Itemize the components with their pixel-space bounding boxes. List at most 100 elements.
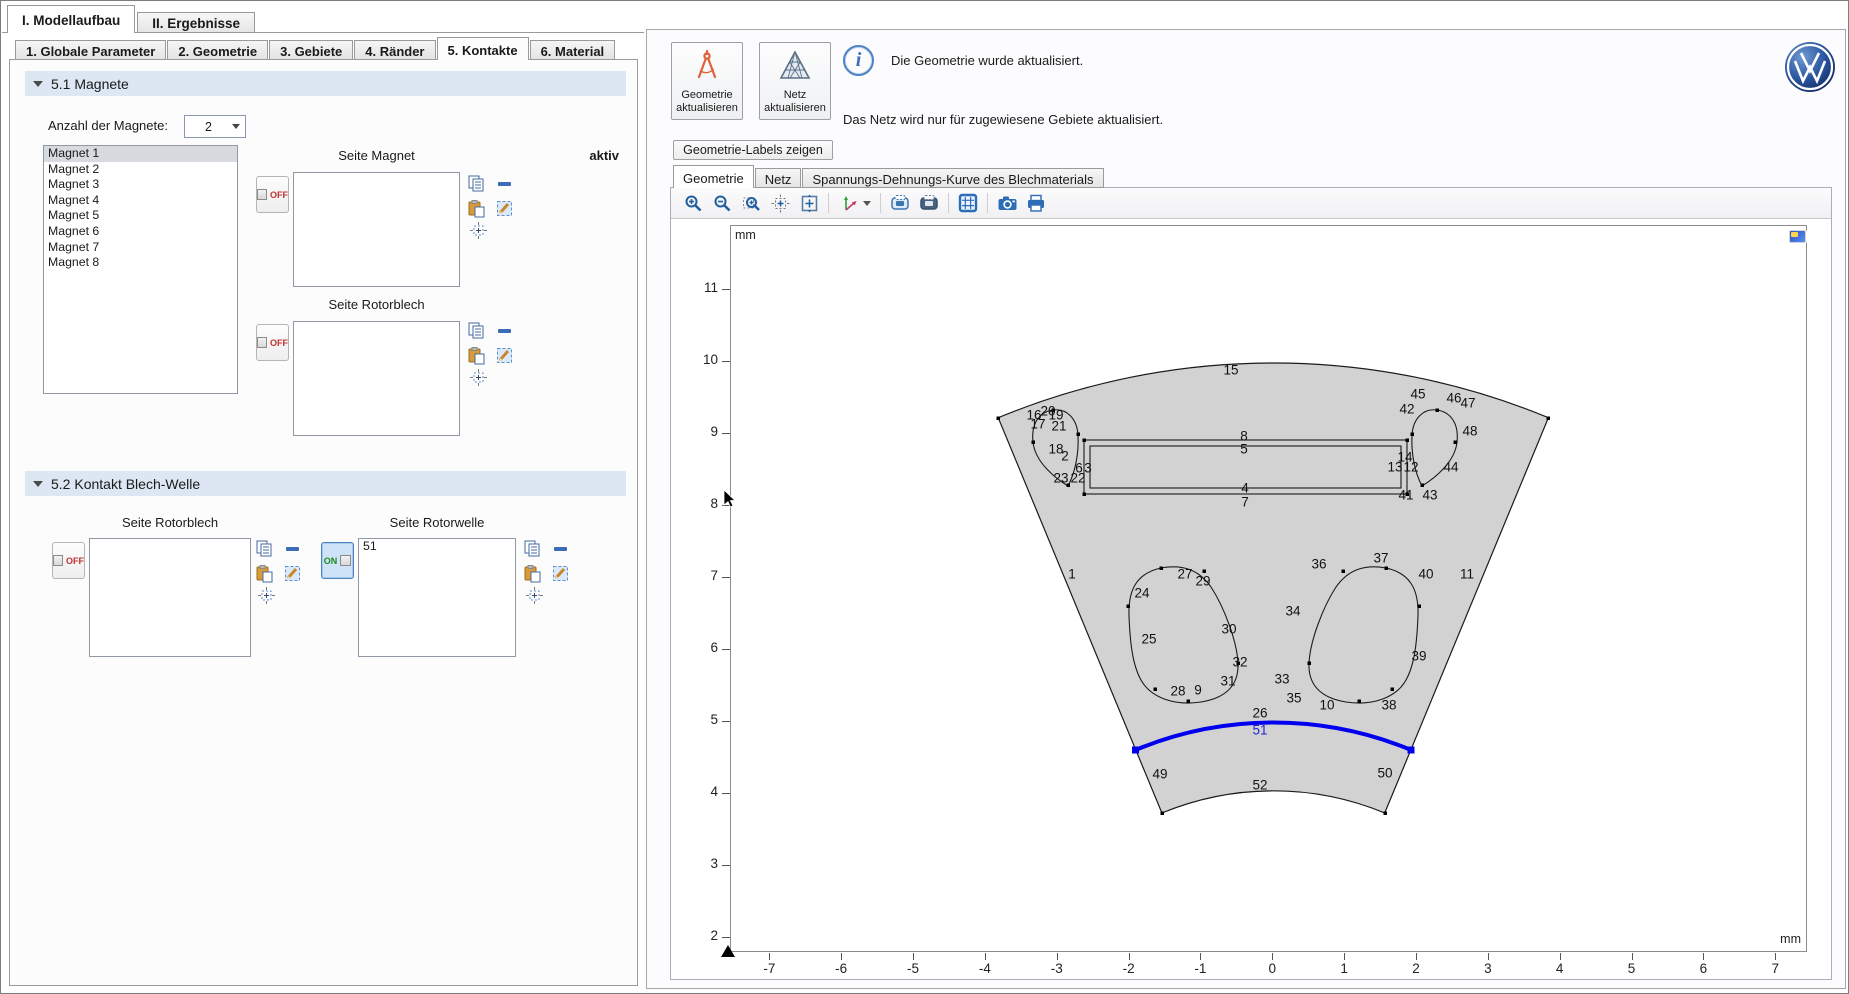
kontakt-rotorwelle-toggle[interactable]: ON (321, 542, 354, 579)
graphics-tab-bar: GeometrieNetzSpannungs-Dehnungs-Kurve de… (673, 165, 1105, 188)
sub-tab-5-kontakte[interactable]: 5. Kontakte (437, 37, 529, 60)
y-tick-mark (722, 577, 730, 578)
x-tick-mark (841, 953, 842, 960)
magnet-list-item[interactable]: Magnet 2 (44, 162, 237, 178)
graphics-tab-spannungs-dehnungs-kurve-des-blechmaterials[interactable]: Spannungs-Dehnungs-Kurve des Blechmateri… (802, 168, 1103, 188)
remove-selection-icon[interactable] (283, 539, 302, 558)
snapshot-camera-icon[interactable] (997, 193, 1017, 213)
export-image-icon[interactable] (890, 193, 910, 213)
magnet-list-item[interactable]: Magnet 5 (44, 208, 237, 224)
magnet-list-item[interactable]: Magnet 7 (44, 240, 237, 256)
y-tick-label: 11 (691, 280, 718, 295)
x-tick-mark (913, 953, 914, 960)
copy-selection-icon[interactable] (467, 174, 486, 193)
section-header-magnete[interactable]: 5.1 Magnete (25, 71, 626, 96)
selection-entry[interactable]: 51 (359, 539, 515, 555)
x-tick-label: 7 (1757, 961, 1793, 976)
main-tab-ii-ergebnisse[interactable]: II. Ergebnisse (137, 12, 255, 33)
copy-selection-icon[interactable] (523, 539, 542, 558)
kontakt-rotorblech-toggle[interactable]: OFF (52, 542, 85, 579)
y-tick-mark (722, 865, 730, 866)
chevron-down-icon (232, 124, 240, 129)
section-header-kontakt[interactable]: 5.2 Kontakt Blech-Welle (25, 471, 626, 496)
clear-selection-icon[interactable] (551, 564, 570, 583)
paste-selection-icon[interactable] (255, 564, 274, 583)
anzahl-magnete-label: Anzahl der Magnete: (48, 118, 168, 133)
y-tick-mark (722, 433, 730, 434)
section-title: 5.2 Kontakt Blech-Welle (51, 476, 200, 492)
print-icon[interactable] (1026, 193, 1046, 213)
toggle-state: OFF (270, 190, 288, 200)
info-icon: i (843, 45, 874, 76)
zoom-to-selection-icon[interactable] (469, 221, 488, 240)
paste-selection-icon[interactable] (467, 199, 486, 218)
axis-origin-marker (721, 945, 736, 958)
copy-selection-icon[interactable] (255, 539, 274, 558)
kontakt-rotorwelle-selection-list[interactable]: 51 (358, 538, 516, 657)
x-tick-mark (1560, 953, 1561, 960)
x-tick-mark (1272, 953, 1273, 960)
magnet-list-item[interactable]: Magnet 1 (44, 146, 237, 162)
magnet-list-item[interactable]: Magnet 4 (44, 193, 237, 209)
x-tick-label: 6 (1685, 961, 1721, 976)
chevron-down-icon[interactable] (863, 201, 871, 206)
update-geometry-button[interactable]: Geometrie aktualisieren (671, 42, 743, 120)
sub-tab-3-gebiete[interactable]: 3. Gebiete (269, 40, 353, 60)
sub-tab-2-geometrie[interactable]: 2. Geometrie (167, 40, 268, 60)
seite-magnet-toggle[interactable]: OFF (256, 176, 289, 213)
seite-magnet-selection-list[interactable] (293, 172, 460, 287)
kontakt-rotorwelle-selection-tools (523, 539, 575, 605)
seite-rotorblech-toggle[interactable]: OFF (256, 324, 289, 361)
paste-selection-icon[interactable] (467, 346, 486, 365)
clear-selection-icon[interactable] (495, 199, 514, 218)
zoom-to-selection-icon[interactable] (525, 586, 544, 605)
zoom-extents-icon[interactable] (799, 193, 819, 213)
sub-tab-1-globale-parameter[interactable]: 1. Globale Parameter (15, 40, 166, 60)
clear-selection-icon[interactable] (283, 564, 302, 583)
anzahl-magnete-dropdown[interactable]: 2 (184, 115, 246, 138)
zoom-out-icon[interactable] (712, 193, 732, 213)
toolbar-separator (987, 193, 988, 213)
seite-rotorblech-selection-list[interactable] (293, 321, 460, 436)
zoom-to-selection-icon[interactable] (770, 193, 790, 213)
main-tab-i-modellaufbau[interactable]: I. Modellaufbau (7, 5, 135, 33)
seite-rotorblech-title: Seite Rotorblech (293, 297, 460, 312)
zoom-to-selection-icon[interactable] (469, 368, 488, 387)
update-mesh-button[interactable]: Netz aktualisieren (759, 42, 831, 120)
geometry-plot[interactable] (730, 225, 1807, 952)
show-geometry-labels-button[interactable]: Geometrie-Labels zeigen (673, 140, 833, 160)
plot-window-icon[interactable] (1789, 230, 1806, 243)
graphics-tab-geometrie[interactable]: Geometrie (673, 165, 754, 188)
clear-selection-icon[interactable] (495, 346, 514, 365)
geometry-updated-message: Die Geometrie wurde aktualisiert. (891, 53, 1083, 68)
sub-tab-4-r-nder[interactable]: 4. Ränder (354, 40, 435, 60)
copy-selection-icon[interactable] (467, 321, 486, 340)
y-tick-mark (722, 361, 730, 362)
zoom-to-selection-icon[interactable] (257, 586, 276, 605)
mesh-update-note: Das Netz wird nur für zugewiesene Gebiet… (843, 112, 1163, 127)
x-tick-label: -4 (967, 961, 1003, 976)
sub-tab-6-material[interactable]: 6. Material (530, 40, 616, 60)
magnet-list-item[interactable]: Magnet 3 (44, 177, 237, 193)
zoom-in-icon[interactable] (683, 193, 703, 213)
x-tick-mark (769, 953, 770, 960)
grid-icon[interactable] (958, 193, 978, 213)
remove-selection-icon[interactable] (495, 174, 514, 193)
remove-selection-icon[interactable] (495, 321, 514, 340)
x-tick-label: 3 (1470, 961, 1506, 976)
toggle-box-icon (340, 555, 351, 566)
magnet-list[interactable]: Magnet 1Magnet 2Magnet 3Magnet 4Magnet 5… (43, 145, 238, 394)
toggle-state: OFF (66, 556, 84, 566)
remove-selection-icon[interactable] (551, 539, 570, 558)
seite-magnet-selection-tools (467, 174, 519, 240)
view-orientation-icon[interactable] (838, 193, 858, 213)
magnet-list-item[interactable]: Magnet 6 (44, 224, 237, 240)
export-image-dark-icon[interactable] (919, 193, 939, 213)
graphics-tab-netz[interactable]: Netz (755, 168, 802, 188)
paste-selection-icon[interactable] (523, 564, 542, 583)
kontakt-rotorblech-selection-list[interactable] (89, 538, 251, 657)
magnet-list-item[interactable]: Magnet 8 (44, 255, 237, 271)
toolbar-separator (880, 193, 881, 213)
zoom-box-icon[interactable] (741, 193, 761, 213)
y-tick-mark (722, 289, 730, 290)
